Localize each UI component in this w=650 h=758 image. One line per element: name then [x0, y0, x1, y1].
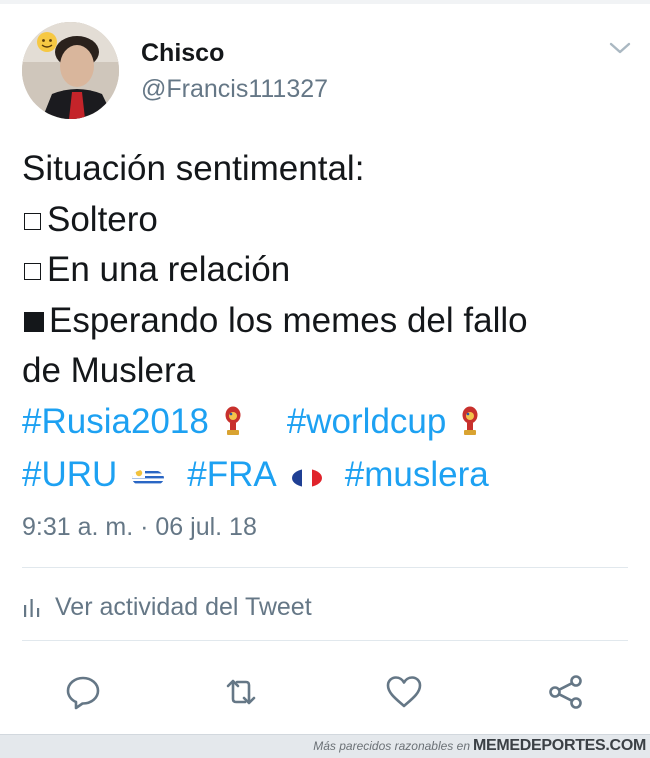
world-cup-trophy-icon: [460, 400, 480, 451]
status-option-waiting: Esperando los memes del fallo: [22, 296, 632, 347]
timestamp[interactable]: 9:31 a. m. · 06 jul. 18: [22, 512, 257, 542]
status-option-waiting-cont: de Muslera: [22, 351, 196, 390]
empty-square-icon: [24, 263, 41, 280]
watermark-brand: MEMEDEPORTES.COM: [473, 737, 646, 754]
watermark: Más parecidos razonables en MEMEDEPORTES.…: [313, 738, 646, 754]
username[interactable]: @Francis111327: [141, 74, 328, 104]
retweet-icon[interactable]: [221, 672, 261, 712]
hashtag-muslera[interactable]: #muslera: [345, 455, 489, 494]
status-option-relationship: En una relación: [22, 245, 632, 296]
analytics-icon: [24, 599, 40, 617]
watermark-strip: Más parecidos razonables en MEMEDEPORTES.…: [0, 734, 650, 758]
hashtag-line-2: #URU #FRA #muslera: [22, 450, 632, 504]
france-flag-icon: [291, 453, 323, 504]
divider: [22, 567, 628, 568]
hashtag-uru[interactable]: #URU: [22, 455, 117, 494]
filled-square-icon: [24, 311, 44, 332]
world-cup-trophy-icon: [223, 400, 243, 451]
display-name[interactable]: Chisco: [141, 39, 224, 67]
hashtag-fra[interactable]: #FRA: [187, 455, 276, 494]
uruguay-flag-icon: [131, 453, 165, 504]
hashtag-worldcup[interactable]: #worldcup: [287, 402, 447, 441]
hashtag-rusia2018[interactable]: #Rusia2018: [22, 402, 209, 441]
option-label: Soltero: [47, 199, 158, 239]
top-divider: [0, 0, 650, 4]
tweet-activity-link[interactable]: Ver actividad del Tweet: [22, 590, 312, 624]
tweet-text: Situación sentimental: Soltero En una re…: [22, 144, 632, 504]
option-label: Esperando los memes del fallo: [49, 300, 528, 340]
status-option-single: Soltero: [22, 195, 632, 246]
avatar[interactable]: [22, 22, 119, 119]
hashtag-line-1: #Rusia2018 #worldcup: [22, 397, 632, 451]
reply-icon[interactable]: [63, 672, 103, 712]
status-heading: Situación sentimental:: [22, 149, 365, 188]
chevron-down-icon[interactable]: [607, 38, 633, 58]
empty-square-icon: [24, 212, 41, 230]
watermark-prefix: Más parecidos razonables en: [313, 739, 470, 753]
tweet-card: Chisco @Francis111327 Situación sentimen…: [0, 0, 650, 734]
share-icon[interactable]: [546, 672, 586, 712]
option-label: En una relación: [47, 250, 291, 289]
like-icon[interactable]: [384, 672, 424, 712]
divider: [22, 640, 628, 641]
activity-label: Ver actividad del Tweet: [55, 592, 312, 621]
